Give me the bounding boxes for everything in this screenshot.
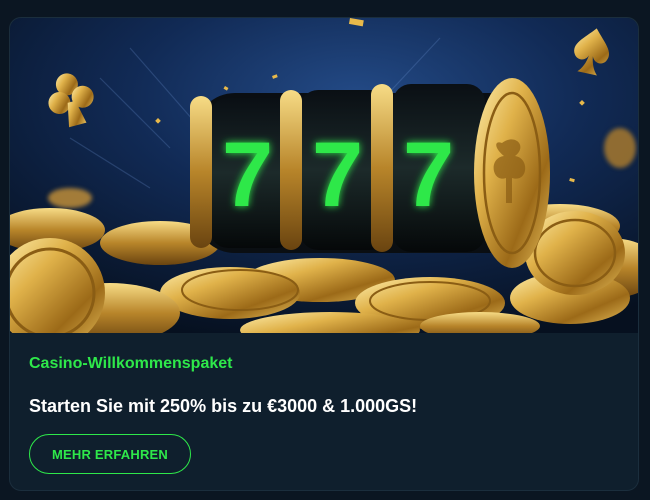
promo-card: 7 7 7 Casino-Willkommenspaket Starten Si… xyxy=(9,17,639,491)
hero-image: 7 7 7 xyxy=(10,18,638,333)
learn-more-button[interactable]: MEHR ERFAHREN xyxy=(29,434,191,474)
promo-headline: Starten Sie mit 250% bis zu €3000 & 1.00… xyxy=(29,396,418,416)
reel-symbol-3: 7 xyxy=(403,124,454,226)
reel-symbol-1: 7 xyxy=(222,124,273,226)
promo-subtitle: Casino-Willkommenspaket xyxy=(29,355,233,372)
slot-reels: 7 7 7 xyxy=(190,78,550,268)
reel-symbol-2: 7 xyxy=(312,124,363,226)
